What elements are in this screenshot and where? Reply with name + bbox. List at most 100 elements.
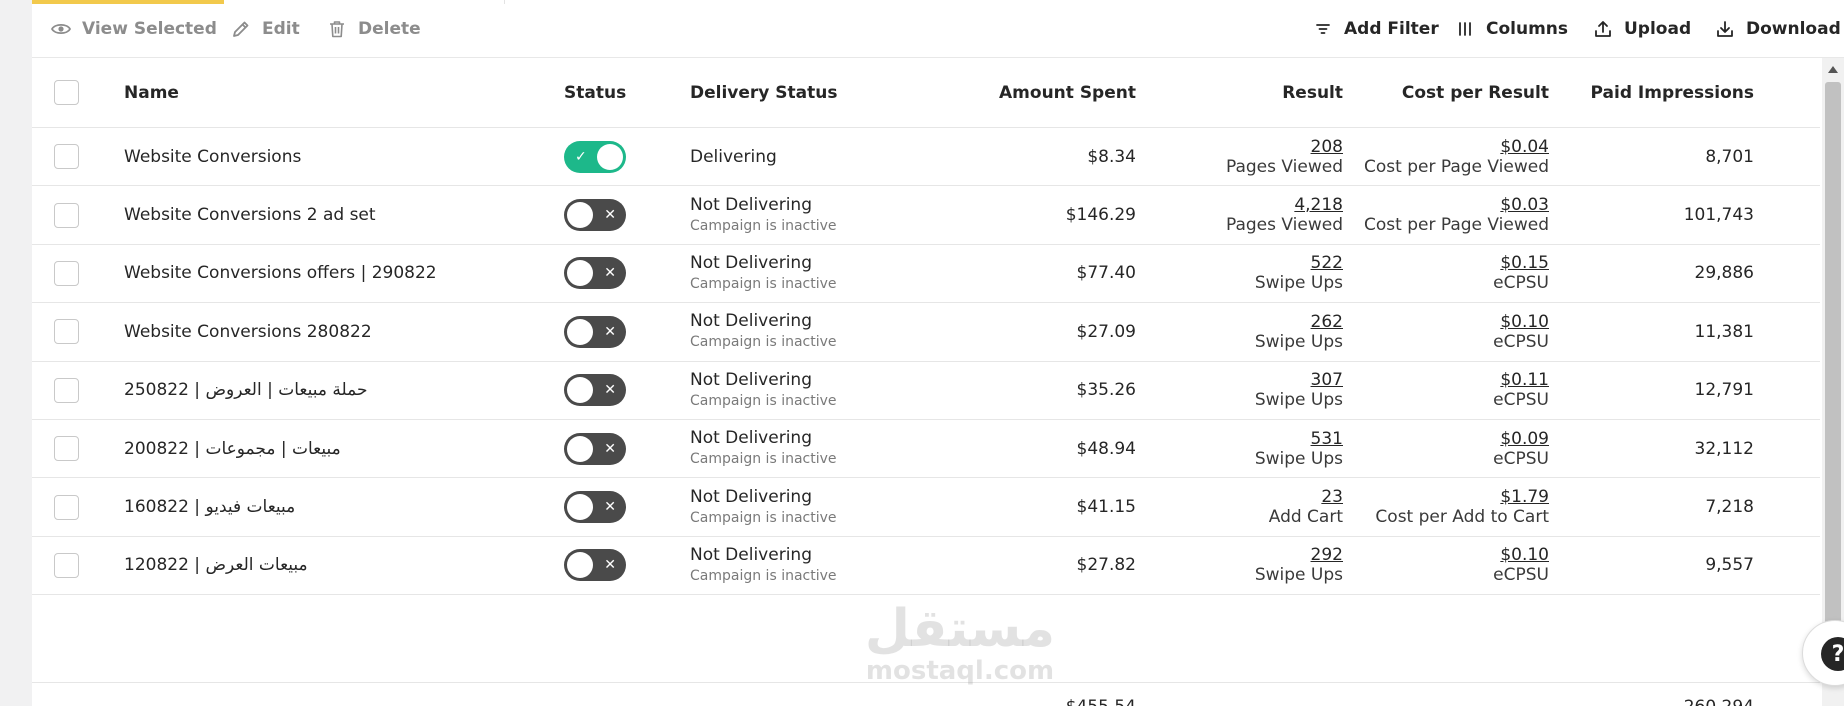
table-row[interactable]: مبيعات فيديو | 160822 ✕ Not Delivering Ca… (32, 478, 1820, 537)
cost-per-result-link[interactable]: $1.79 (1500, 487, 1549, 507)
ad-set-name[interactable]: مبيعات | مجموعات | 200822 (124, 420, 564, 477)
row-checkbox[interactable] (54, 494, 79, 520)
add-filter-button[interactable]: Add Filter (1312, 0, 1439, 58)
cost-per-result-type: eCPSU (1493, 448, 1549, 469)
ad-set-name[interactable]: Website Conversions offers | 290822 (124, 245, 564, 302)
table-row[interactable]: مبيعات | مجموعات | 200822 ✕ Not Deliveri… (32, 420, 1820, 479)
delivery-status: Not Delivering (690, 311, 812, 332)
vertical-scrollbar[interactable] (1822, 58, 1844, 706)
header-status[interactable]: Status (564, 58, 684, 127)
paid-impressions: 101,743 (1683, 205, 1754, 226)
table-row[interactable]: حملة مبيعات | العروض | 250822 ✕ Not Deli… (32, 362, 1820, 420)
result-type: Swipe Ups (1254, 390, 1343, 411)
cost-per-result-type: Cost per Page Viewed (1364, 215, 1549, 236)
download-button[interactable]: Download (1714, 0, 1841, 58)
delivery-reason: Campaign is inactive (690, 217, 837, 234)
ad-set-name[interactable]: حملة مبيعات | العروض | 250822 (124, 362, 564, 419)
ad-set-name[interactable]: Website Conversions 2 ad set (124, 186, 564, 243)
header-cost-per-result[interactable]: Cost per Result (1339, 58, 1549, 127)
view-selected-button[interactable]: View Selected (50, 0, 217, 58)
delete-button[interactable]: Delete (326, 0, 421, 58)
result-type: Pages Viewed (1225, 156, 1343, 177)
edit-button[interactable]: Edit (230, 0, 300, 58)
table-row[interactable]: Website Conversions ✓ Delivering $8.34 2… (32, 128, 1820, 187)
cost-per-result-link[interactable]: $0.10 (1500, 545, 1549, 565)
table-row[interactable]: Website Conversions offers | 290822 ✕ No… (32, 245, 1820, 304)
toggle-knob (567, 552, 593, 579)
x-icon: ✕ (604, 382, 616, 399)
watermark-arabic: مستقل (864, 599, 1056, 659)
header-delivery-status[interactable]: Delivery Status (690, 58, 950, 127)
header-amount-spent[interactable]: Amount Spent (956, 58, 1136, 127)
result-type: Swipe Ups (1254, 565, 1343, 586)
ad-set-name[interactable]: مبيعات العرض | 120822 (124, 537, 564, 594)
upload-icon (1592, 18, 1614, 40)
header-paid-impressions[interactable]: Paid Impressions (1554, 58, 1754, 127)
cost-per-result-link[interactable]: $0.09 (1500, 429, 1549, 449)
delivery-status-cell: Not Delivering Campaign is inactive (690, 420, 950, 477)
row-checkbox[interactable] (54, 144, 79, 170)
result-cell: 4,218 Pages Viewed (1143, 186, 1343, 243)
status-toggle[interactable]: ✕ (564, 374, 626, 407)
cost-per-result-link[interactable]: $0.11 (1500, 370, 1549, 390)
cost-per-result-link[interactable]: $0.10 (1500, 312, 1549, 332)
row-checkbox[interactable] (54, 552, 79, 578)
table-row[interactable]: Website Conversions 2 ad set ✕ Not Deliv… (32, 186, 1820, 245)
result-cell: 23 Add Cart (1143, 478, 1343, 535)
status-cell: ✕ (564, 186, 684, 243)
toggle-knob (567, 318, 593, 345)
header-name[interactable]: Name (124, 58, 564, 127)
view-selected-label: View Selected (82, 19, 217, 39)
row-checkbox[interactable] (54, 260, 79, 286)
status-toggle[interactable]: ✕ (564, 432, 626, 465)
status-toggle[interactable]: ✕ (564, 491, 626, 524)
ad-set-name[interactable]: مبيعات فيديو | 160822 (124, 478, 564, 535)
header-result[interactable]: Result (1143, 58, 1343, 127)
cost-per-result-link[interactable]: $0.03 (1500, 195, 1549, 215)
row-checkbox[interactable] (54, 319, 79, 345)
status-toggle[interactable]: ✕ (564, 257, 626, 290)
cost-per-result-type: eCPSU (1493, 273, 1549, 294)
table-row[interactable]: مبيعات العرض | 120822 ✕ Not Delivering Ca… (32, 537, 1820, 596)
delivery-reason: Campaign is inactive (690, 509, 837, 526)
result-type: Add Cart (1268, 507, 1343, 528)
status-toggle[interactable]: ✕ (564, 315, 626, 348)
result-type: Pages Viewed (1225, 215, 1343, 236)
scroll-up-arrow-icon[interactable] (1828, 66, 1838, 73)
status-toggle[interactable]: ✕ (564, 199, 626, 232)
ad-set-name[interactable]: Website Conversions (124, 128, 564, 185)
row-select-cell (54, 478, 80, 535)
delivery-status-cell: Not Delivering Campaign is inactive (690, 303, 950, 360)
add-filter-label: Add Filter (1344, 19, 1439, 39)
ad-set-name[interactable]: Website Conversions 280822 (124, 303, 564, 360)
cost-per-result-link[interactable]: $0.15 (1500, 253, 1549, 273)
status-cell: ✕ (564, 245, 684, 302)
delete-label: Delete (358, 19, 421, 39)
select-all-checkbox[interactable] (54, 80, 79, 105)
row-checkbox[interactable] (54, 436, 79, 462)
amount-spent: $77.40 (1076, 263, 1136, 284)
table-toolbar: View Selected Edit Delete Add Filter Col… (32, 0, 1844, 58)
row-checkbox[interactable] (54, 202, 79, 228)
watermark: مستقل mostaql.com (860, 600, 1060, 684)
upload-button[interactable]: Upload (1592, 0, 1691, 58)
cost-per-result-cell: $0.10 eCPSU (1339, 303, 1549, 360)
result-cell: 292 Swipe Ups (1143, 537, 1343, 594)
cost-per-result-link[interactable]: $0.04 (1500, 137, 1549, 157)
row-checkbox[interactable] (54, 377, 79, 403)
amount-spent: $41.15 (1076, 497, 1136, 518)
columns-button[interactable]: Columns (1454, 0, 1568, 58)
status-toggle[interactable]: ✓ (564, 140, 626, 173)
paid-impressions: 32,112 (1694, 438, 1754, 459)
delivery-status: Delivering (690, 146, 777, 167)
amount-spent: $27.09 (1076, 321, 1136, 342)
x-icon: ✕ (604, 557, 616, 574)
scrollbar-thumb[interactable] (1825, 82, 1841, 642)
x-icon: ✕ (604, 323, 616, 340)
toggle-knob (567, 435, 593, 462)
result-type: Swipe Ups (1254, 273, 1343, 294)
table-row[interactable]: Website Conversions 280822 ✕ Not Deliver… (32, 303, 1820, 362)
delivery-status: Not Delivering (690, 194, 812, 215)
result-value-link[interactable]: 4,218 (1294, 195, 1343, 215)
status-toggle[interactable]: ✕ (564, 549, 626, 582)
